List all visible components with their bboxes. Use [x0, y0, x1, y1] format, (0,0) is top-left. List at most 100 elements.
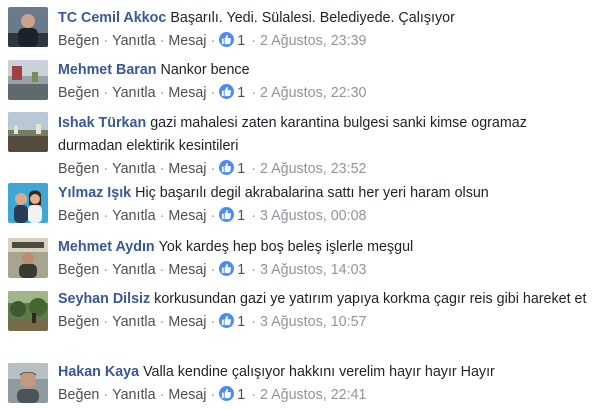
like-count[interactable]: 1 — [237, 33, 245, 49]
comment-author[interactable]: Ishak Türkan — [58, 115, 146, 131]
reply-button[interactable]: Yanıtla — [112, 33, 155, 49]
comment-text-line: Mehmet Baran Nankor bence — [58, 59, 595, 82]
comment-text: korkusundan gazi ye yatırım yapıya korkm… — [154, 291, 587, 307]
comment-author[interactable]: Yılmaz Işık — [58, 185, 131, 201]
like-count[interactable]: 1 — [237, 387, 245, 403]
separator: · — [251, 33, 256, 49]
separator: · — [103, 314, 109, 330]
comment-actions: Beğen · Yanıtla · Mesaj · 1 · 3 Ağustos, 00:08 — [58, 205, 595, 228]
separator: · — [251, 85, 256, 101]
like-button[interactable]: Beğen — [58, 314, 99, 330]
reply-button[interactable]: Yanıtla — [112, 387, 155, 403]
message-button[interactable]: Mesaj — [168, 387, 206, 403]
like-count[interactable]: 1 — [237, 85, 245, 101]
message-button[interactable]: Mesaj — [168, 161, 206, 177]
separator: · — [210, 161, 216, 177]
like-count[interactable]: 1 — [237, 161, 245, 177]
separator: · — [251, 387, 256, 403]
separator: · — [210, 262, 216, 278]
separator: · — [251, 314, 256, 330]
comment-timestamp[interactable]: 3 Ağustos, 10:57 — [260, 314, 367, 330]
thumbs-up-icon[interactable] — [219, 386, 235, 401]
like-button[interactable]: Beğen — [58, 85, 99, 101]
like-button[interactable]: Beğen — [58, 262, 99, 278]
comment-text-line: Ishak Türkan gazi mahalesi zaten karantin… — [58, 112, 595, 158]
person-avatar-icon[interactable] — [8, 363, 48, 403]
comment-timestamp[interactable]: 2 Ağustos, 22:41 — [260, 387, 367, 403]
like-button[interactable]: Beğen — [58, 387, 99, 403]
separator: · — [251, 161, 256, 177]
reply-button[interactable]: Yanıtla — [112, 85, 155, 101]
reply-button[interactable]: Yanıtla — [112, 161, 155, 177]
landscape-avatar-icon[interactable] — [8, 112, 48, 152]
reply-button[interactable]: Yanıtla — [112, 262, 155, 278]
comment-author[interactable]: TC Cemil Akkoc — [58, 10, 166, 26]
comment-author[interactable]: Hakan Kaya — [58, 364, 139, 380]
like-count[interactable]: 1 — [237, 262, 245, 278]
person-avatar-icon[interactable] — [8, 238, 48, 278]
separator: · — [210, 208, 216, 224]
thumbs-up-icon[interactable] — [219, 160, 235, 175]
comment-text: Valla kendine çalışıyor hakkını verelim … — [143, 364, 495, 380]
separator: · — [103, 387, 109, 403]
comment-actions: Beğen · Yanıtla · Mesaj · 1 · 3 Ağustos, 14:03 — [58, 259, 595, 282]
thumbs-up-icon[interactable] — [219, 207, 235, 222]
separator: · — [159, 33, 165, 49]
separator: · — [159, 161, 165, 177]
comment-timestamp[interactable]: 2 Ağustos, 23:52 — [260, 161, 367, 177]
comment-body: Mehmet Baran Nankor bence Beğen · Yanıtla · M… — [58, 59, 595, 105]
separator: · — [103, 208, 109, 224]
separator: · — [103, 33, 109, 49]
person-avatar-icon[interactable] — [8, 7, 48, 47]
comment-body: Yılmaz Işık Hiç başarılı degil akrabalari… — [58, 182, 595, 228]
thumbs-up-icon[interactable] — [219, 84, 235, 99]
comment-body: Mehmet Aydın Yok kardeş hep boş beleş işl… — [58, 236, 595, 282]
couple-avatar-icon[interactable] — [8, 183, 48, 223]
comment-text-line: Hakan Kaya Valla kendine çalışıyor hakkın… — [58, 361, 595, 384]
message-button[interactable]: Mesaj — [168, 208, 206, 224]
comment-body: Seyhan Dilsiz korkusundan gazi ye yatırım… — [58, 288, 595, 334]
reply-button[interactable]: Yanıtla — [112, 208, 155, 224]
comment-text: Yok kardeş hep boş beleş işlerle meşgul — [158, 239, 414, 255]
message-button[interactable]: Mesaj — [168, 33, 206, 49]
comment-author[interactable]: Seyhan Dilsiz — [58, 291, 150, 307]
comment-text: Hiç başarılı degil akrabalarina sattı he… — [135, 185, 489, 201]
comment-timestamp[interactable]: 3 Ağustos, 00:08 — [260, 208, 367, 224]
message-button[interactable]: Mesaj — [168, 314, 206, 330]
message-button[interactable]: Mesaj — [168, 85, 206, 101]
thumbs-up-icon[interactable] — [219, 32, 235, 47]
landscape-avatar-icon[interactable] — [8, 60, 48, 100]
separator: · — [210, 33, 216, 49]
separator: · — [159, 85, 165, 101]
comment-text-line: Seyhan Dilsiz korkusundan gazi ye yatırım… — [58, 288, 595, 311]
like-button[interactable]: Beğen — [58, 33, 99, 49]
like-count[interactable]: 1 — [237, 208, 245, 224]
separator: · — [159, 387, 165, 403]
nature-avatar-icon[interactable] — [8, 291, 48, 331]
comment-timestamp[interactable]: 3 Ağustos, 14:03 — [260, 262, 367, 278]
message-button[interactable]: Mesaj — [168, 262, 206, 278]
comment-author[interactable]: Mehmet Baran — [58, 62, 157, 78]
like-button[interactable]: Beğen — [58, 208, 99, 224]
separator: · — [103, 161, 109, 177]
comment-body: Hakan Kaya Valla kendine çalışıyor hakkın… — [58, 361, 595, 407]
like-count[interactable]: 1 — [237, 314, 245, 330]
comment-actions: Beğen · Yanıtla · Mesaj · 1 · 3 Ağustos, 10:57 — [58, 311, 595, 334]
separator: · — [251, 262, 256, 278]
comment-author[interactable]: Mehmet Aydın — [58, 239, 155, 255]
reply-button[interactable]: Yanıtla — [112, 314, 155, 330]
comment-text-line: Yılmaz Işık Hiç başarılı degil akrabalari… — [58, 182, 595, 205]
comment-actions: Beğen · Yanıtla · Mesaj · 1 · 2 Ağustos, 23:52 — [58, 158, 595, 181]
separator: · — [210, 387, 216, 403]
thumbs-up-icon[interactable] — [219, 313, 235, 328]
separator: · — [210, 85, 216, 101]
comment-timestamp[interactable]: 2 Ağustos, 23:39 — [260, 33, 367, 49]
comment-timestamp[interactable]: 2 Ağustos, 22:30 — [260, 85, 367, 101]
separator: · — [159, 314, 165, 330]
comment-body: TC Cemil Akkoc Başarılı. Yedi. Sülalesi. … — [58, 7, 595, 53]
comment-list: TC Cemil Akkoc Başarılı. Yedi. Sülalesi. … — [0, 0, 607, 409]
comment-body: Ishak Türkan gazi mahalesi zaten karantin… — [58, 112, 595, 181]
like-button[interactable]: Beğen — [58, 161, 99, 177]
comment-actions: Beğen · Yanıtla · Mesaj · 1 · 2 Ağustos, 22:41 — [58, 384, 595, 407]
thumbs-up-icon[interactable] — [219, 261, 235, 276]
